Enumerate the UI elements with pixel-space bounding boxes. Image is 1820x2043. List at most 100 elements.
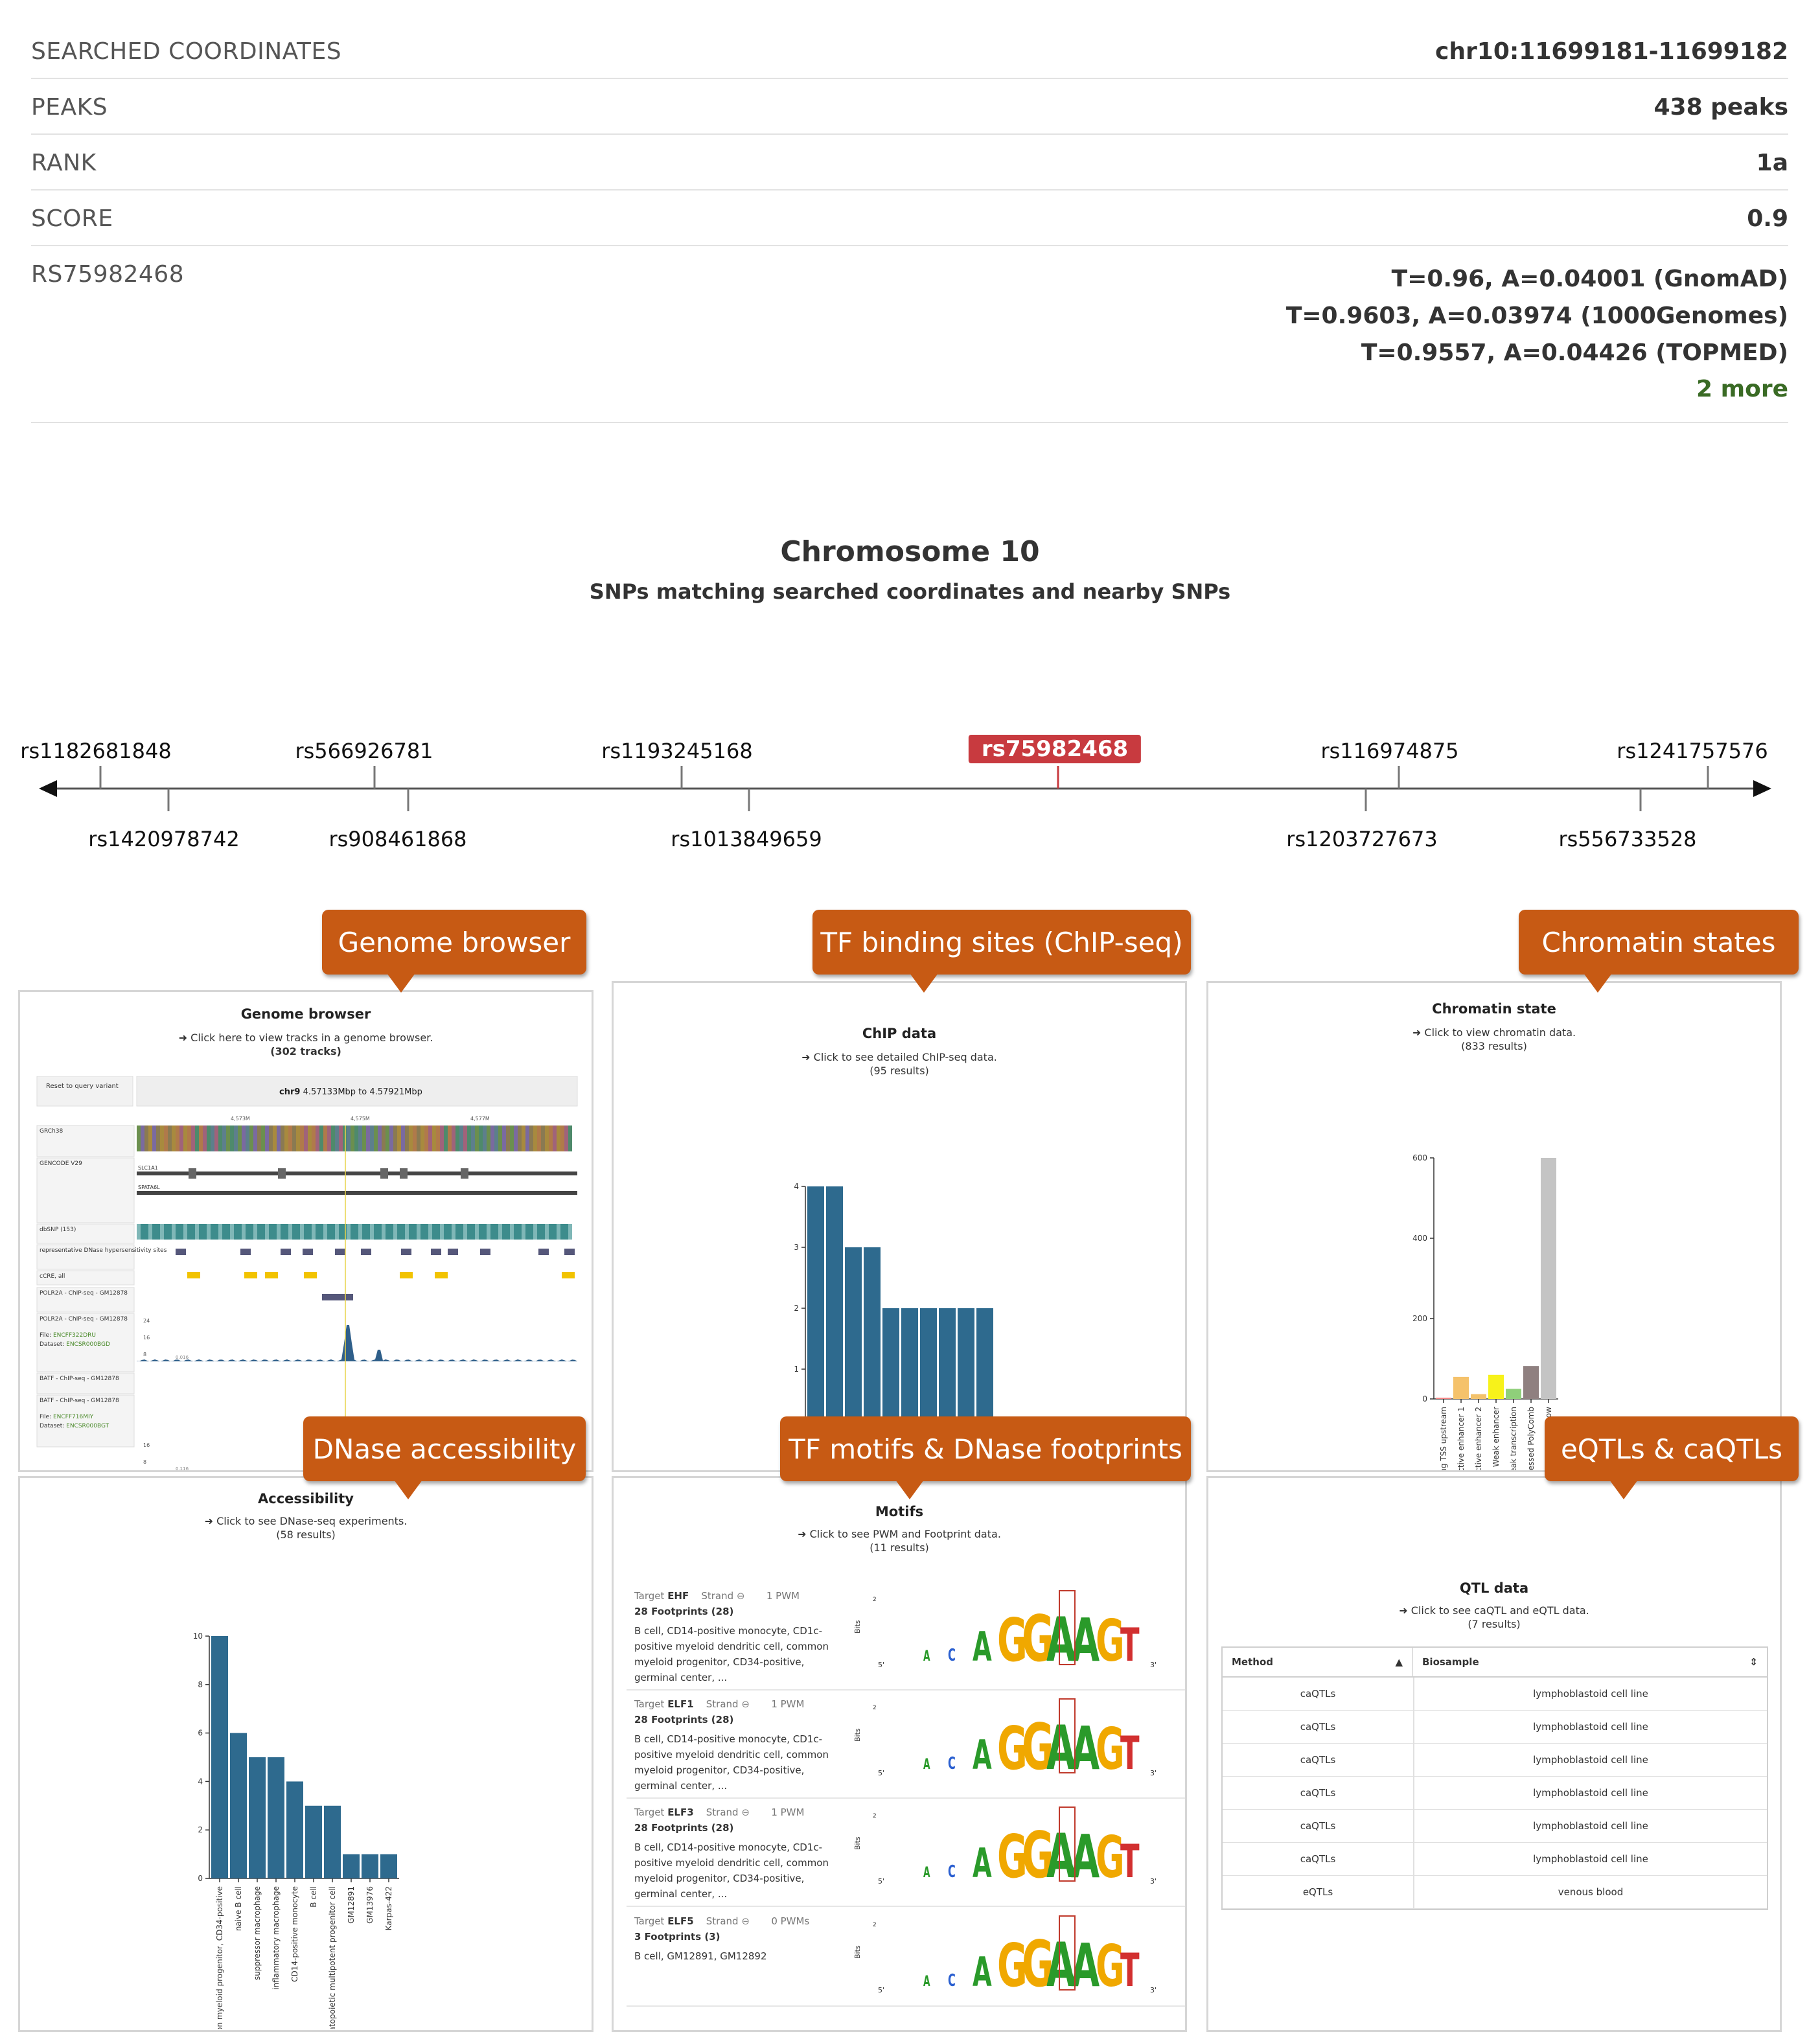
bar-hematopoietic-multipotent-progenitor-cell[interactable] <box>324 1805 341 1878</box>
bar-tcf12[interactable] <box>882 1308 899 1430</box>
bar-weak-transcription[interactable] <box>1506 1389 1521 1400</box>
genome-browser-view[interactable]: Reset to query variant chr9 4.57133Mbp t… <box>20 1076 593 1472</box>
dhs-site[interactable] <box>401 1249 411 1255</box>
sort-icon[interactable]: ⇕ <box>1749 1656 1758 1668</box>
bar-pbx2[interactable] <box>939 1308 956 1430</box>
motif-row[interactable]: Target ELF3 Strand ⊖ 1 PWM 28 Footprints … <box>627 1798 1185 1907</box>
bar-inflammatory-macrophage[interactable] <box>268 1757 284 1878</box>
bar-karpas-422[interactable] <box>380 1854 397 1878</box>
dhs-site[interactable] <box>240 1249 251 1255</box>
track-label-box[interactable] <box>36 1157 135 1223</box>
snp-label[interactable]: rs1420978742 <box>88 827 239 851</box>
bar-zfy[interactable] <box>920 1308 937 1430</box>
bar-quiescent-low[interactable] <box>1541 1158 1556 1399</box>
dhs-site[interactable] <box>431 1249 441 1255</box>
peak-call[interactable] <box>322 1294 353 1300</box>
table-row[interactable]: caQTLs lymphoblastoid cell line <box>1223 1678 1767 1711</box>
panel-instruction[interactable]: ➜ Click to see PWM and Footprint data. <box>614 1527 1185 1541</box>
table-row[interactable]: caQTLs lymphoblastoid cell line <box>1223 1810 1767 1843</box>
accessibility-panel[interactable]: Accessibility ➜ Click to see DNase-seq e… <box>18 1476 593 2032</box>
track-file-link[interactable]: ENCFF716MIY <box>53 1414 94 1420</box>
bar-gm13976[interactable] <box>362 1854 378 1878</box>
panel-instruction[interactable]: ➜ Click to view chromatin data. <box>1208 1026 1780 1039</box>
snp-label[interactable]: rs556733528 <box>1558 827 1696 851</box>
snp-label[interactable]: rs1203727673 <box>1286 827 1437 851</box>
bar-weak-enhancer[interactable] <box>1488 1374 1504 1399</box>
reset-button-bg[interactable] <box>36 1076 133 1107</box>
bar-gm12891[interactable] <box>343 1854 360 1878</box>
motif-row[interactable]: Target ELF5 Strand ⊖ 0 PWMs 3 Footprints … <box>627 1907 1185 2007</box>
table-row[interactable]: eQTLs venous blood <box>1223 1876 1767 1909</box>
bar-flanking-tss-upstream[interactable] <box>1436 1398 1451 1399</box>
more-frequencies-link[interactable]: 2 more <box>1286 375 1788 404</box>
track-file-link[interactable]: ENCFF322DRU <box>53 1332 96 1339</box>
ccre-site[interactable] <box>304 1272 317 1278</box>
track-file-link[interactable]: ENCSR000BGD <box>66 1341 110 1348</box>
bar-ebf1[interactable] <box>958 1308 974 1430</box>
chromatin-bar-chart[interactable]: 0 200 400 600 Flanking TSS upstream Active en… <box>1208 1061 1782 1472</box>
chromatin-panel[interactable]: Chromatin state ➜ Click to view chromati… <box>1206 981 1782 1472</box>
bar-common-myeloid-progenitor-cd34-positive[interactable] <box>211 1636 228 1878</box>
snp-label[interactable]: rs1182681848 <box>20 739 171 763</box>
bar-cd14-positive-monocyte[interactable] <box>286 1781 303 1878</box>
snp-label[interactable]: rs116974875 <box>1320 739 1458 763</box>
bar-suppressor-macrophage[interactable] <box>249 1757 266 1878</box>
bar-active-enhancer-2[interactable] <box>1471 1394 1486 1399</box>
table-row[interactable]: caQTLs lymphoblastoid cell line <box>1223 1843 1767 1876</box>
sort-ascending-icon[interactable]: ▲ <box>1395 1656 1403 1668</box>
motifs-panel[interactable]: Motifs ➜ Click to see PWM and Footprint … <box>612 1476 1187 2032</box>
qtl-panel[interactable]: QTL data ➜ Click to see caQTL and eQTL d… <box>1206 1476 1782 2032</box>
dhs-site[interactable] <box>303 1249 313 1255</box>
ccre-site[interactable] <box>562 1272 575 1278</box>
ccre-site[interactable] <box>435 1272 448 1278</box>
chip-bar-chart[interactable]: 01234SPI1IKZF1PKNOX1RELATCF12IKZF2ZFYPBX… <box>614 1093 1187 1456</box>
bar-rela[interactable] <box>864 1247 881 1430</box>
bar-pknox1[interactable] <box>845 1247 862 1430</box>
snp-label[interactable]: rs1241757576 <box>1617 739 1768 763</box>
panel-instruction[interactable]: ➜ Click to see detailed ChIP-seq data. <box>614 1050 1185 1064</box>
table-row[interactable]: caQTLs lymphoblastoid cell line <box>1223 1777 1767 1810</box>
reference-sequence-block <box>339 1125 343 1151</box>
genome-browser-panel[interactable]: Genome browser ➜ Click here to view trac… <box>18 990 593 1472</box>
bar-ikzf2[interactable] <box>901 1308 918 1430</box>
scroll-left-arrow-icon[interactable] <box>39 780 57 797</box>
bar-active-enhancer-1[interactable] <box>1453 1376 1469 1399</box>
column-header-method[interactable]: Method ▲ <box>1223 1648 1413 1676</box>
dhs-site[interactable] <box>176 1249 186 1255</box>
scroll-right-arrow-icon[interactable] <box>1753 780 1771 797</box>
dhs-site[interactable] <box>480 1249 490 1255</box>
bar-b-cell[interactable] <box>305 1805 322 1878</box>
panel-instruction[interactable]: ➜ Click to see DNase-seq experiments. <box>20 1514 592 1528</box>
snp-label[interactable]: rs1013849659 <box>671 827 822 851</box>
dhs-site[interactable] <box>361 1249 371 1255</box>
motif-row[interactable]: Target EHF Strand ⊖ 1 PWM 28 Footprints (… <box>627 1582 1185 1691</box>
dhs-site[interactable] <box>538 1249 549 1255</box>
snp-label-selected[interactable]: rs75982468 <box>968 735 1142 763</box>
ccre-site[interactable] <box>400 1272 413 1278</box>
accessibility-bar-chart[interactable]: 0 2 4 6 8 10 common myeloid progenitor, CD34-p… <box>20 1549 593 2029</box>
dhs-site[interactable] <box>448 1249 458 1255</box>
dhs-site[interactable] <box>281 1249 291 1255</box>
dhs-site[interactable] <box>335 1249 345 1255</box>
chip-panel[interactable]: ChIP data ➜ Click to see detailed ChIP-s… <box>612 981 1187 1472</box>
panel-instruction[interactable]: ➜ Click to see caQTL and eQTL data. <box>1208 1604 1780 1617</box>
ccre-site[interactable] <box>265 1272 278 1278</box>
panel-instruction[interactable]: ➜ Click here to view tracks in a genome … <box>20 1031 592 1045</box>
bar-ikzf1[interactable] <box>826 1186 843 1430</box>
table-row[interactable]: caQTLs lymphoblastoid cell line <box>1223 1744 1767 1777</box>
bar-naive-b-cell[interactable] <box>230 1733 247 1878</box>
ccre-site[interactable] <box>244 1272 257 1278</box>
dhs-site[interactable] <box>564 1249 575 1255</box>
bar-rad21[interactable] <box>976 1308 993 1430</box>
snp-label[interactable]: rs908461868 <box>328 827 467 851</box>
bar-spi1[interactable] <box>807 1186 824 1430</box>
motif-row[interactable]: Target ELF1 Strand ⊖ 1 PWM 28 Footprints … <box>627 1690 1185 1799</box>
snp-label[interactable]: rs566926781 <box>295 739 433 763</box>
table-row[interactable]: caQTLs lymphoblastoid cell line <box>1223 1711 1767 1744</box>
reset-button-label[interactable]: Reset to query variant <box>46 1083 119 1090</box>
snp-label[interactable]: rs1193245168 <box>601 739 752 763</box>
column-header-biosample[interactable]: Biosample ⇕ <box>1413 1656 1767 1668</box>
ccre-site[interactable] <box>187 1272 200 1278</box>
bar-weak-repressed-polycomb[interactable] <box>1523 1366 1539 1399</box>
track-file-link[interactable]: ENCSR000BGT <box>66 1423 109 1429</box>
